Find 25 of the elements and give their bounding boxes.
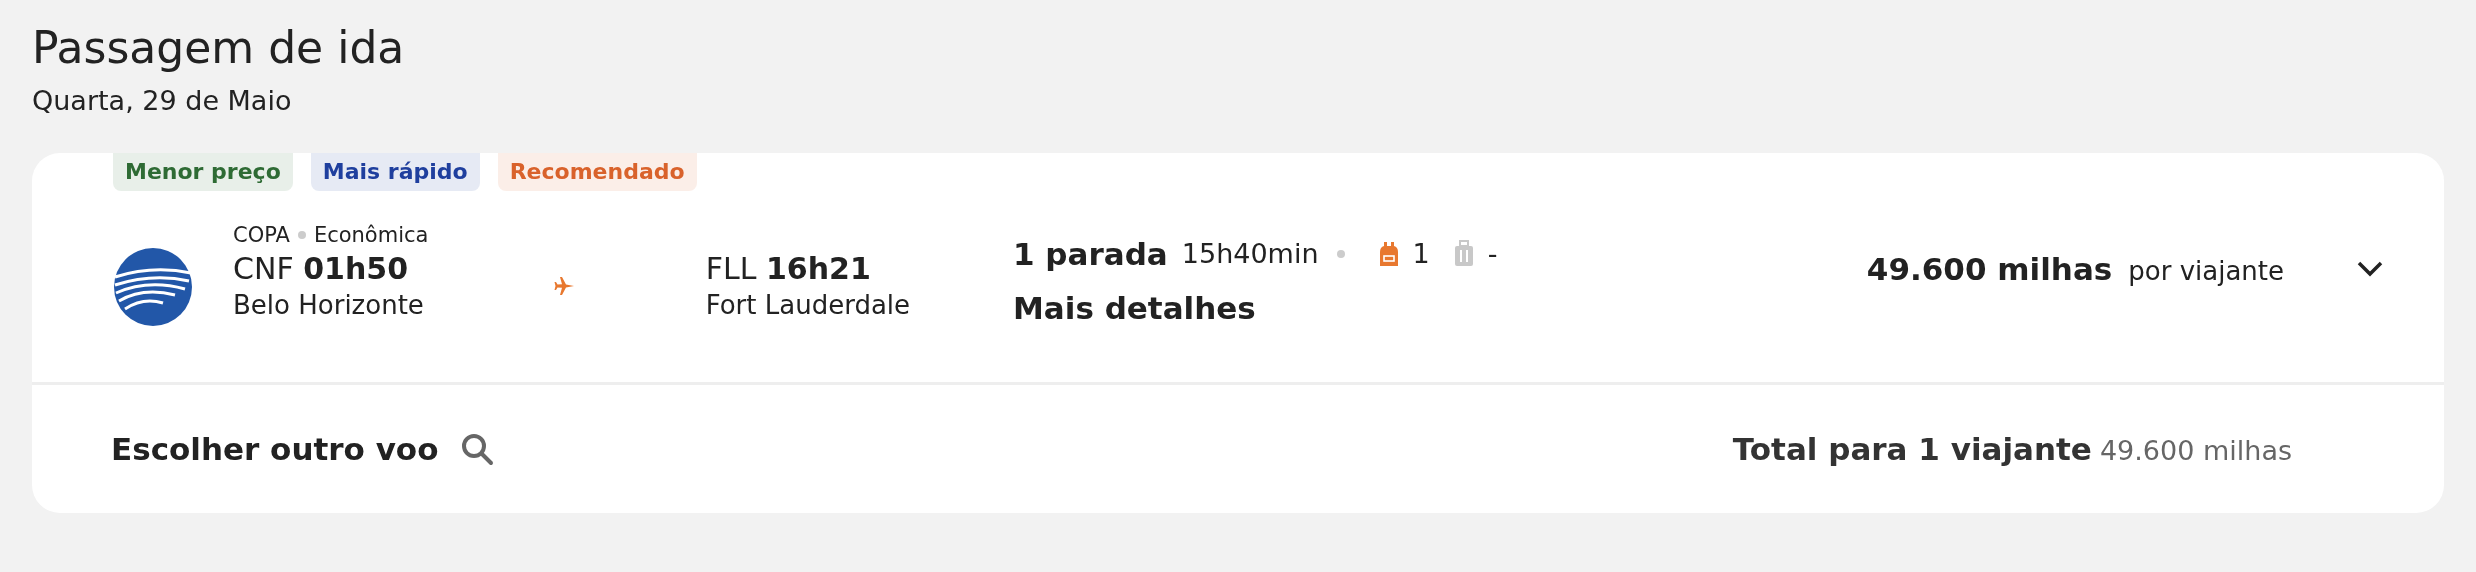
separator-dot [297,231,306,240]
flight-duration: 15h40min [1181,238,1319,270]
tag-badge: Menor preço [113,153,293,192]
arrival-city: Fort Lauderdale [705,290,912,321]
cabin-class: Econômica [313,223,429,248]
arrival-time: FLL 16h21 [705,251,872,287]
tag-badge: Mais rápido [310,153,480,192]
expand-button[interactable] [2356,259,2384,278]
tag-badge: Recomendado [497,153,697,192]
details-link[interactable]: Mais detalhes [1013,289,1256,326]
departure-city: Belo Horizonte [233,290,425,321]
page-title: Passagem de ida [32,22,406,75]
departure-time: CNF 01h50 [233,251,410,287]
price-note: por viajante [2128,255,2284,286]
search-icon [460,432,495,467]
airline-name: COPA [233,223,290,248]
baggage-count: 1 [1412,238,1430,270]
search-link[interactable]: Escolher outro voo [111,431,495,468]
total-value: 49.600 milhas [2099,435,2292,467]
date-text: Quarta, 29 de Maio [32,84,293,118]
baggage-count: - [1487,238,1498,270]
stops-count: 1 parada [1013,235,1168,272]
separator-dot [1336,249,1345,258]
total-label: Total para 1 viajante [1732,431,2092,468]
price-value: 49.600 milhas [1866,250,2113,287]
